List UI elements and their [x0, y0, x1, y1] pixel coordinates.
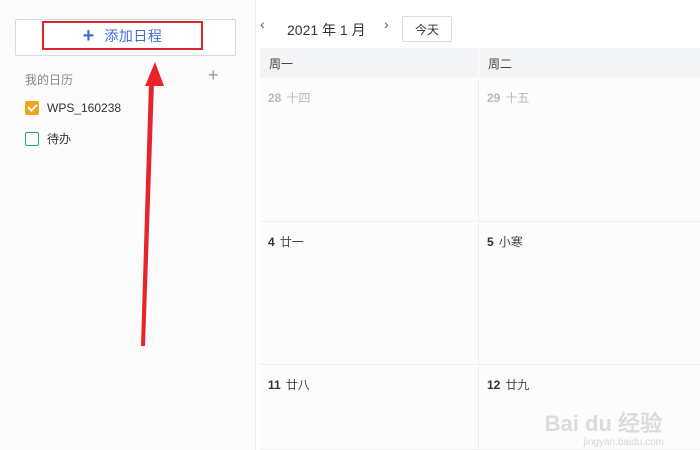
watermark-logo: Bai du 经验: [544, 411, 662, 436]
checkbox-checked-icon[interactable]: [25, 101, 39, 115]
add-calendar-plus-icon[interactable]: +: [208, 66, 219, 84]
day-cell[interactable]: 29 十五: [479, 79, 700, 222]
my-calendars-title: 我的日历: [25, 73, 74, 87]
chevron-right-icon[interactable]: ›: [384, 16, 389, 32]
chevron-left-icon[interactable]: ‹: [260, 16, 265, 32]
month-grid: 周一 周二 28 十四 29 十五 4 廿一 5 小寒 11 廿八 12 廿九: [260, 48, 700, 450]
add-event-highlight-box[interactable]: + 添加日程: [42, 21, 203, 50]
calendar-item-todo[interactable]: 待办: [25, 130, 71, 147]
sidebar: + 添加日程 我的日历 + WPS_160238 待办: [0, 0, 256, 450]
day-number: 5: [487, 235, 494, 249]
add-event-button[interactable]: + 添加日程: [15, 19, 236, 56]
calendar-item-label: 待办: [47, 132, 72, 146]
lunar-date: 小寒: [498, 235, 523, 249]
lunar-date: 廿一: [279, 235, 304, 249]
day-cell[interactable]: 4 廿一: [260, 223, 479, 365]
watermark-url: jingyan.baidu.com: [583, 437, 664, 448]
day-cell[interactable]: 5 小寒: [479, 223, 700, 365]
day-number: 12: [487, 378, 501, 392]
calendar-item-wps[interactable]: WPS_160238: [25, 101, 121, 115]
day-number: 29: [487, 91, 501, 105]
plus-icon: +: [82, 24, 95, 47]
checkbox-unchecked-icon[interactable]: [25, 131, 39, 146]
calendar-item-label: WPS_160238: [47, 101, 122, 115]
today-button[interactable]: 今天: [402, 16, 452, 42]
add-event-label: 添加日程: [104, 27, 163, 44]
calendar-app: + 添加日程 我的日历 + WPS_160238 待办 ‹ 2021 年 1 月…: [0, 0, 700, 450]
weekday-header-monday: 周一: [260, 48, 478, 78]
lunar-date: 廿九: [505, 378, 530, 392]
lunar-date: 十四: [286, 91, 311, 105]
day-cell[interactable]: 28 十四: [260, 79, 479, 222]
weekday-header-tuesday: 周二: [479, 48, 700, 78]
month-label: 2021 年 1 月: [287, 22, 366, 38]
day-cell[interactable]: 11 廿八: [260, 366, 479, 450]
day-number: 28: [268, 91, 282, 105]
day-number: 11: [268, 378, 281, 392]
day-number: 4: [268, 235, 275, 249]
calendar-header: ‹ 2021 年 1 月 › 今天: [256, 0, 700, 46]
lunar-date: 廿八: [285, 378, 310, 392]
lunar-date: 十五: [505, 91, 530, 105]
